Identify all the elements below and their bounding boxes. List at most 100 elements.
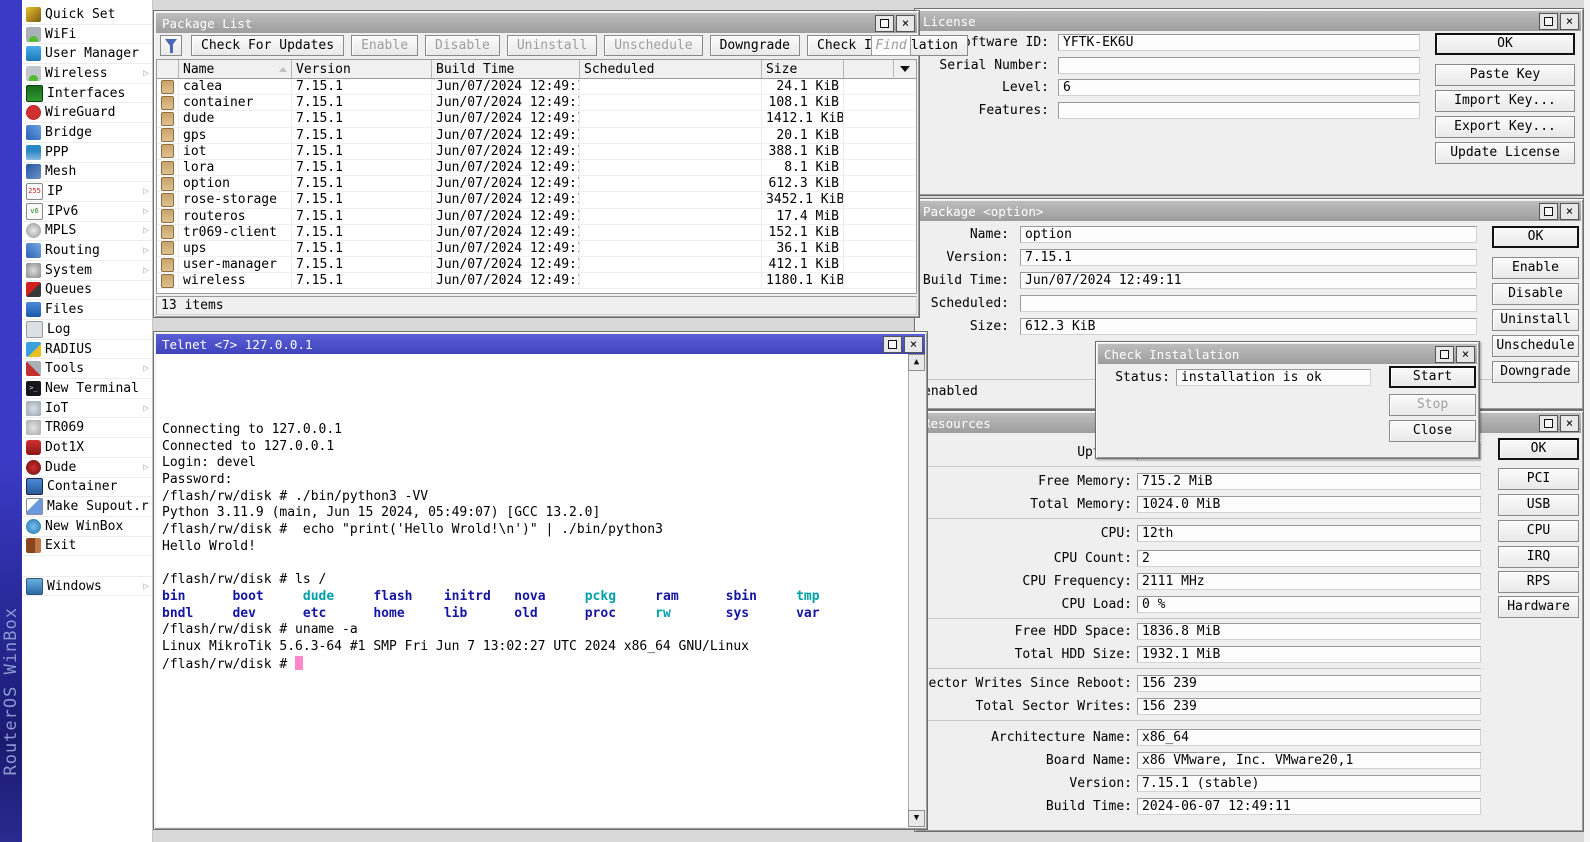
sidebar-item-ip[interactable]: IP▷ xyxy=(22,182,152,202)
scheduled-field[interactable] xyxy=(1020,295,1477,312)
package-option-titlebar[interactable]: Package <option> × xyxy=(917,201,1581,221)
total-hdd-size-field[interactable]: 1932.1 MiB xyxy=(1137,646,1481,663)
sidebar-item-make-supout-rif[interactable]: Make Supout.rif xyxy=(22,497,152,517)
uninstall-button[interactable]: Uninstall xyxy=(1492,309,1579,331)
sidebar-item-radius[interactable]: RADIUS xyxy=(22,340,152,360)
package-row-dude[interactable]: dude7.15.1Jun/07/2024 12:49:111412.1 KiB xyxy=(157,111,916,127)
find-input[interactable]: Find xyxy=(871,35,911,56)
downgrade-button[interactable]: Downgrade xyxy=(710,35,800,56)
cpu-count-field[interactable]: 2 xyxy=(1137,550,1481,567)
enable-button[interactable]: Enable xyxy=(1492,257,1579,279)
package-row-user-manager[interactable]: user-manager7.15.1Jun/07/2024 12:49:1141… xyxy=(157,257,916,273)
column-header-name[interactable]: Name xyxy=(179,60,292,78)
name-field[interactable]: option xyxy=(1020,226,1477,243)
sidebar-item-interfaces[interactable]: Interfaces xyxy=(22,84,152,104)
package-row-lora[interactable]: lora7.15.1Jun/07/2024 12:49:118.1 KiB xyxy=(157,160,916,176)
package-row-wireless[interactable]: wireless7.15.1Jun/07/2024 12:49:111180.1… xyxy=(157,273,916,289)
sidebar-item-wifi[interactable]: WiFi xyxy=(22,25,152,45)
cpu-load-field[interactable]: 0 % xyxy=(1137,596,1481,613)
close-icon[interactable]: × xyxy=(1560,13,1579,30)
package-row-option[interactable]: option7.15.1Jun/07/2024 12:49:11612.3 Ki… xyxy=(157,176,916,192)
total-memory-field[interactable]: 1024.0 MiB xyxy=(1137,496,1481,513)
minimize-button[interactable] xyxy=(1539,203,1558,220)
free-memory-field[interactable]: 715.2 MiB xyxy=(1137,473,1481,490)
start-button[interactable]: Start xyxy=(1389,366,1476,388)
minimize-button[interactable] xyxy=(1539,415,1558,432)
check-for-updates-button[interactable]: Check For Updates xyxy=(191,35,344,56)
stop-button[interactable]: Stop xyxy=(1389,394,1476,416)
ok-button[interactable]: OK xyxy=(1498,438,1579,460)
sidebar-item-tr069[interactable]: TR069 xyxy=(22,418,152,438)
build-time-field[interactable]: 2024-06-07 12:49:11 xyxy=(1137,798,1481,815)
sidebar-item-wireguard[interactable]: WireGuard xyxy=(22,103,152,123)
package-row-container[interactable]: container7.15.1Jun/07/2024 12:49:11108.1… xyxy=(157,95,916,111)
column-header-version[interactable]: Version xyxy=(292,60,432,78)
package-row-gps[interactable]: gps7.15.1Jun/07/2024 12:49:1120.1 KiB xyxy=(157,128,916,144)
unschedule-button[interactable]: Unschedule xyxy=(1492,335,1579,357)
sidebar-item-dude[interactable]: Dude▷ xyxy=(22,458,152,478)
package-row-rose-storage[interactable]: rose-storage7.15.1Jun/07/2024 12:49:1134… xyxy=(157,192,916,208)
sidebar-item-quick-set[interactable]: Quick Set xyxy=(22,5,152,25)
close-button[interactable]: Close xyxy=(1389,420,1476,442)
architecture-name-field[interactable]: x86_64 xyxy=(1137,729,1481,746)
icon-column-header[interactable] xyxy=(157,60,179,78)
sidebar-item-queues[interactable]: Queues xyxy=(22,281,152,301)
sidebar-item-ppp[interactable]: PPP xyxy=(22,143,152,163)
sidebar-item-routing[interactable]: Routing▷ xyxy=(22,241,152,261)
sidebar-item-container[interactable]: Container xyxy=(22,478,152,498)
sidebar-item-dot1x[interactable]: Dot1X xyxy=(22,438,152,458)
board-name-field[interactable]: x86 VMware, Inc. VMware20,1 xyxy=(1137,752,1481,769)
cpu-frequency-field[interactable]: 2111 MHz xyxy=(1137,573,1481,590)
scrollbar-track[interactable] xyxy=(908,354,925,827)
pci-button[interactable]: PCI xyxy=(1498,468,1579,490)
paste-key-button[interactable]: Paste Key xyxy=(1435,64,1575,86)
sector-writes-since-reboot-field[interactable]: 156 239 xyxy=(1137,675,1481,692)
total-sector-writes-field[interactable]: 156 239 xyxy=(1137,698,1481,715)
sidebar-item-log[interactable]: Log xyxy=(22,320,152,340)
column-selector-button[interactable] xyxy=(893,60,916,77)
minimize-button[interactable] xyxy=(1539,13,1558,30)
ok-button[interactable]: OK xyxy=(1435,33,1575,55)
uninstall-button[interactable]: Uninstall xyxy=(507,35,597,56)
hardware-button[interactable]: Hardware xyxy=(1498,596,1579,618)
import-key-button[interactable]: Import Key... xyxy=(1435,90,1575,112)
version-field[interactable]: 7.15.1 xyxy=(1020,249,1477,266)
package-row-calea[interactable]: calea7.15.1Jun/07/2024 12:49:1124.1 KiB xyxy=(157,79,916,95)
sidebar-item-wireless[interactable]: Wireless▷ xyxy=(22,64,152,84)
size-field[interactable]: 612.3 KiB xyxy=(1020,318,1477,335)
package-row-tr069-client[interactable]: tr069-client7.15.1Jun/07/2024 12:49:1115… xyxy=(157,225,916,241)
minimize-button[interactable] xyxy=(875,15,894,32)
disable-button[interactable]: Disable xyxy=(425,35,500,56)
minimize-button[interactable] xyxy=(883,336,902,353)
close-icon[interactable]: × xyxy=(1560,415,1579,432)
serial-number-field[interactable] xyxy=(1058,57,1420,74)
update-license-key-button[interactable]: Update License Key xyxy=(1435,142,1575,164)
sidebar-item-new-terminal[interactable]: New Terminal xyxy=(22,379,152,399)
package-row-routeros[interactable]: routeros7.15.1Jun/07/2024 12:49:1117.4 M… xyxy=(157,209,916,225)
sidebar-item-new-winbox[interactable]: New WinBox xyxy=(22,517,152,537)
minimize-button[interactable] xyxy=(1435,346,1454,363)
sidebar-item-iot[interactable]: IoT▷ xyxy=(22,399,152,419)
scroll-down-icon[interactable]: ▼ xyxy=(908,810,925,827)
sidebar-item-windows[interactable]: Windows▷ xyxy=(22,576,152,596)
check-installation-titlebar[interactable]: Check Installation × xyxy=(1098,344,1477,364)
column-header-size[interactable]: Size xyxy=(762,60,844,78)
sidebar-item-mesh[interactable]: Mesh xyxy=(22,163,152,183)
package-row-iot[interactable]: iot7.15.1Jun/07/2024 12:49:11388.1 KiB xyxy=(157,144,916,160)
level-field[interactable]: 6 xyxy=(1058,79,1420,96)
ok-button[interactable]: OK xyxy=(1492,226,1579,248)
software-id-field[interactable]: YFTK-EK6U xyxy=(1058,34,1420,51)
scroll-up-icon[interactable]: ▲ xyxy=(908,354,925,371)
features-field[interactable] xyxy=(1058,102,1420,119)
usb-button[interactable]: USB xyxy=(1498,494,1579,516)
close-icon[interactable]: × xyxy=(904,336,923,353)
column-header-scheduled[interactable]: Scheduled xyxy=(580,60,762,78)
filter-button[interactable] xyxy=(160,35,182,56)
free-hdd-space-field[interactable]: 1836.8 MiB xyxy=(1137,623,1481,640)
sidebar-item-exit[interactable]: Exit xyxy=(22,537,152,557)
close-icon[interactable]: × xyxy=(1560,203,1579,220)
column-header-build-time[interactable]: Build Time xyxy=(432,60,580,78)
disable-button[interactable]: Disable xyxy=(1492,283,1579,305)
unschedule-button[interactable]: Unschedule xyxy=(604,35,702,56)
downgrade-button[interactable]: Downgrade xyxy=(1492,361,1579,383)
